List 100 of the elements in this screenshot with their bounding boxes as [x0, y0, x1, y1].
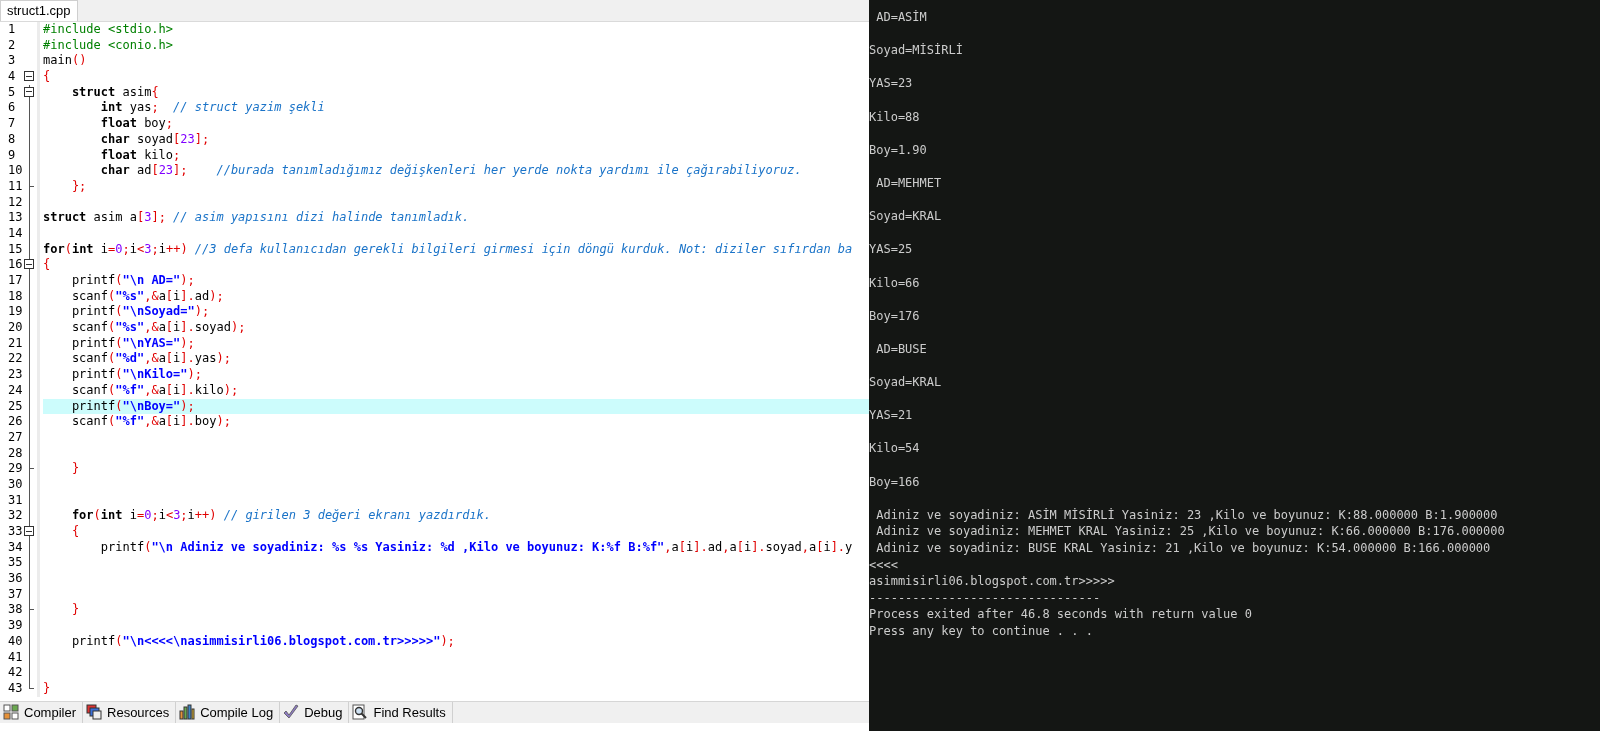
- fold-toggle[interactable]: [24, 259, 34, 270]
- code-line: float boy;: [99, 116, 175, 132]
- line-number: 39: [7, 618, 22, 634]
- line-number: 1: [7, 22, 17, 38]
- console-line: Soyad=MİSİRLİ: [869, 42, 964, 59]
- line-number: 31: [7, 492, 22, 509]
- console-line: Boy=166: [869, 473, 921, 491]
- line-number: 20: [7, 320, 22, 336]
- console-line: YAS=21: [869, 407, 914, 424]
- search-icon: [352, 704, 369, 721]
- line-number: 13: [7, 210, 22, 226]
- code-line: }: [43, 680, 52, 697]
- console-line: --------------------------------: [869, 589, 1102, 607]
- code-line: scanf("%s",&a[i].soyad);: [70, 320, 247, 336]
- line-number: 38: [7, 602, 22, 619]
- line-number: 35: [7, 555, 22, 572]
- line-number: 15: [7, 241, 22, 258]
- code-line: printf("\nYAS=");: [70, 335, 196, 352]
- console-line: AD=ASİM: [875, 9, 928, 26]
- console-line: Adiniz ve soyadiniz: BUSE KRAL Yasiniz: 21 ,Kilo ve boyunuz: K:54.000000 B:166.000000: [875, 540, 1492, 557]
- console-line: Boy=176: [869, 307, 921, 325]
- console-line: Boy=1.90: [869, 141, 928, 159]
- windows-icon: [86, 704, 102, 721]
- grid-icon: [3, 704, 19, 721]
- code-line: {: [43, 69, 52, 85]
- line-number: 29: [7, 461, 22, 477]
- code-line: {: [70, 524, 81, 540]
- code-line: scanf("%s",&a[i].ad);: [70, 288, 225, 305]
- line-number: 37: [7, 586, 22, 603]
- line-number: 21: [7, 335, 22, 352]
- console-line: Kilo=66: [869, 274, 921, 292]
- line-number: 22: [7, 351, 22, 368]
- line-number: 24: [7, 382, 22, 399]
- line-number: 10: [7, 163, 22, 179]
- line-number: 18: [7, 288, 22, 305]
- file-tab[interactable]: struct1.cpp: [0, 0, 78, 21]
- line-number: 4: [7, 69, 17, 85]
- code-line: int yas; // struct yazim şekli: [99, 100, 326, 117]
- code-line: printf("\nSoyad=");: [70, 304, 211, 321]
- line-number: 17: [7, 273, 22, 289]
- console-line: Soyad=KRAL: [869, 374, 943, 391]
- console-line: Adiniz ve soyadiniz: MEHMET KRAL Yasiniz: 25 ,Kilo ve boyunuz: K:66.000000 B:176.000000: [875, 523, 1506, 540]
- code-line: printf("\n AD=");: [70, 273, 196, 289]
- line-number: 28: [7, 445, 22, 462]
- bar-chart-icon: [179, 704, 196, 721]
- line-number: 36: [7, 571, 22, 587]
- line-number: 32: [7, 508, 22, 524]
- console-line: Adiniz ve soyadiniz: ASİM MİSİRLİ Yasiniz: 23 ,Kilo ve boyunuz: K:88.000000 B:1.900000: [875, 506, 1499, 524]
- code-line: char soyad[23];: [99, 131, 211, 148]
- console-line: <<<<: [869, 556, 899, 574]
- code-line: printf("\n Adiniz ve soyadiniz: %s %s Yasiniz: %d ,Kilo ve boyunuz: K:%f B:%f",a[i].ad,a[i].soyad,a[i].y: [99, 539, 854, 556]
- code-line: #include <stdio.h>: [43, 22, 175, 38]
- console-line: Kilo=88: [869, 108, 921, 126]
- check-icon: [283, 704, 300, 721]
- line-number: 6: [7, 100, 17, 117]
- code-line: printf("\nKilo=");: [70, 367, 203, 383]
- panel-tab[interactable]: Resources: [83, 701, 177, 723]
- line-number: 23: [7, 367, 22, 383]
- line-number: 2: [7, 37, 17, 54]
- console-line: asimmisirli06.blogspot.com.tr>>>>>: [869, 573, 1116, 590]
- console-line: Soyad=KRAL: [869, 208, 943, 225]
- line-number: 9: [7, 147, 17, 164]
- code-line: for(int i=0;i<3;i++) // girilen 3 değeri ekranı yazdırdık.: [70, 508, 493, 524]
- line-number: 40: [7, 633, 22, 650]
- line-number: 41: [7, 649, 22, 666]
- console-line: AD=BUSE: [875, 340, 928, 358]
- line-number: 12: [7, 194, 22, 211]
- code-line: scanf("%d",&a[i].yas);: [70, 351, 232, 368]
- code-line: struct asim a[3]; // asim yapısını dizi halinde tanımladık.: [43, 210, 471, 226]
- code-line: scanf("%f",&a[i].boy);: [70, 414, 232, 430]
- panel-tab[interactable]: Find Results: [349, 701, 453, 723]
- code-line: printf("\n<<<<\nasimmisirli06.blogspot.com.tr>>>>>");: [70, 633, 456, 650]
- line-number: 16: [7, 257, 22, 273]
- panel-tab[interactable]: Compile Log: [176, 701, 281, 723]
- line-number: 43: [7, 680, 22, 697]
- code-line: main(): [43, 53, 88, 70]
- line-number: 3: [7, 53, 17, 70]
- line-number: 33: [7, 524, 22, 540]
- console-line: YAS=23: [869, 75, 914, 92]
- line-number: 7: [7, 116, 17, 132]
- code-line: };: [70, 178, 88, 195]
- code-line: }: [70, 602, 81, 619]
- code-line: for(int i=0;i<3;i++) //3 defa kullanıcıdan gerekli bilgileri girmesi için döngü kurduk. Not: diziler sıfırdan ba: [43, 241, 854, 258]
- code-line: float kilo;: [99, 147, 182, 164]
- line-number: 34: [7, 539, 22, 556]
- line-number: 25: [7, 398, 22, 415]
- fold-toggle[interactable]: [24, 71, 34, 82]
- console-line: AD=MEHMET: [875, 174, 943, 192]
- line-number: 5: [7, 84, 17, 101]
- line-number: 42: [7, 665, 22, 681]
- line-number: 8: [7, 131, 17, 148]
- console-line: Process exited after 46.8 seconds with return value 0: [869, 606, 1253, 623]
- line-number: 19: [7, 304, 22, 321]
- panel-tab[interactable]: Compiler: [0, 701, 83, 723]
- fold-toggle[interactable]: [24, 86, 34, 97]
- line-number: 11: [7, 178, 22, 195]
- line-number: 14: [7, 225, 22, 242]
- fold-toggle[interactable]: [24, 526, 34, 536]
- code-line: char ad[23]; //burada tanımladığımız değişkenleri her yerde nokta yardımı ile çağırabiliyoruz.: [99, 163, 803, 179]
- code-line: }: [70, 461, 81, 477]
